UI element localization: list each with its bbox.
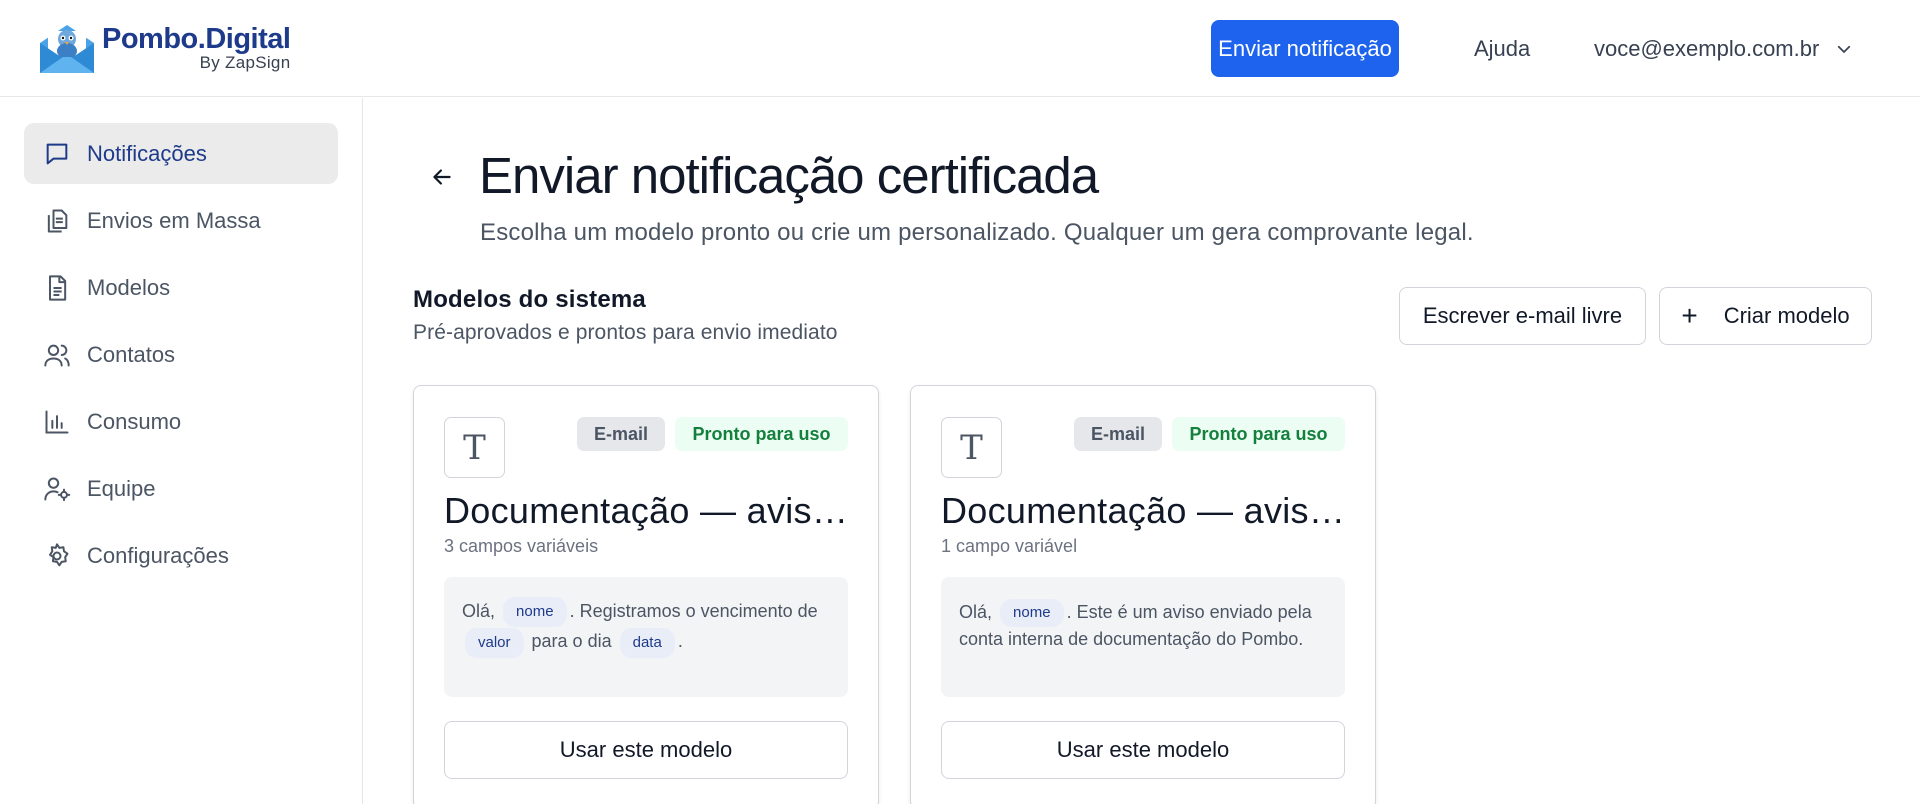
status-badge: Pronto para uso [1172, 417, 1345, 451]
use-template-button[interactable]: Usar este modelo [444, 721, 848, 779]
card-title: Documentação — aviso de vencimento [444, 490, 848, 531]
sidebar-item-modelos[interactable]: Modelos [24, 257, 338, 318]
create-template-label: Criar modelo [1723, 303, 1850, 328]
card-title: Documentação — aviso interno [941, 490, 1345, 531]
variable-chip: data [619, 627, 675, 658]
page-subtitle: Escolha um modelo pronto ou crie um pers… [480, 219, 1474, 246]
text-type-icon: T [941, 417, 1002, 478]
page-title: Enviar notificação certificada [479, 147, 1099, 204]
card-variable-count: 3 campos variáveis [444, 536, 599, 556]
preview-text: Olá, [959, 601, 993, 622]
sidebar-item-label: Configurações [87, 542, 229, 568]
sidebar-item-label: Equipe [87, 475, 156, 501]
brand-byline: By ZapSign [199, 53, 291, 72]
sidebar-item-label: Modelos [87, 274, 171, 300]
status-badge: Pronto para uso [675, 417, 848, 451]
send-notification-button[interactable]: Enviar notificação [1211, 20, 1399, 77]
variable-chip: valor [465, 627, 524, 658]
use-template-button[interactable]: Usar este modelo [941, 721, 1345, 779]
document-icon [42, 273, 72, 303]
write-free-email-button[interactable]: Escrever e-mail livre [1399, 287, 1646, 345]
section-title: Modelos do sistema [413, 286, 646, 313]
sidebar-item-equipe[interactable]: Equipe [24, 458, 338, 519]
chevron-down-icon [1838, 45, 1851, 53]
card-preview: Olá, nome. Este é um aviso enviado pela … [941, 577, 1345, 697]
preview-text: . Registramos o vencimento de [569, 601, 818, 621]
help-link[interactable]: Ajuda [1474, 36, 1530, 62]
create-template-button[interactable]: + Criar modelo [1659, 287, 1872, 345]
sidebar-item-envios-em-massa[interactable]: Envios em Massa [24, 190, 338, 251]
preview-text: Olá, [462, 601, 496, 621]
sidebar-item-contatos[interactable]: Contatos [24, 324, 338, 385]
copy-documents-icon [42, 206, 72, 236]
sidebar-item-label: Notificações [87, 140, 207, 166]
variable-chip: nome [503, 597, 567, 628]
sidebar-item-label: Contatos [87, 341, 176, 367]
template-card: T E-mail Pronto para uso Documentação — … [910, 385, 1376, 804]
pigeon-envelope-logo-icon [40, 25, 94, 73]
sidebar-item-consumo[interactable]: Consumo [24, 391, 338, 452]
template-card: T E-mail Pronto para uso Documentação — … [413, 385, 879, 804]
card-variable-count: 1 campo variável [941, 536, 1078, 556]
channel-badge: E-mail [577, 417, 665, 451]
sidebar-item-notificacoes[interactable]: Notificações [24, 123, 338, 184]
arrow-left-icon [433, 169, 451, 185]
sidebar-item-label: Consumo [87, 408, 182, 434]
back-button[interactable] [425, 160, 459, 194]
plus-icon: + [1681, 300, 1698, 331]
gear-icon [42, 541, 72, 571]
top-header: Pombo.Digital By ZapSign Enviar notifica… [0, 0, 1920, 97]
user-menu[interactable]: voce@exemplo.com.br [1594, 36, 1853, 62]
sidebar: Notificações Envios em Massa Modelos Con… [0, 98, 363, 804]
card-preview: Olá, nome. Registramos o vencimento de v… [444, 577, 848, 697]
brand-name: Pombo.Digital [102, 23, 291, 55]
user-settings-icon [42, 474, 72, 504]
channel-badge: E-mail [1074, 417, 1162, 451]
users-icon [42, 340, 72, 370]
section-subtitle: Pré-aprovados e prontos para envio imedi… [413, 321, 838, 344]
preview-text: . [677, 631, 683, 652]
sidebar-item-label: Envios em Massa [87, 207, 261, 233]
bar-chart-icon [42, 407, 72, 437]
variable-chip: nome [1000, 599, 1064, 627]
brand-logo[interactable]: Pombo.Digital By ZapSign [36, 18, 291, 78]
text-type-icon: T [444, 417, 505, 478]
chat-bubble-icon [42, 139, 72, 169]
preview-text: para o dia [531, 631, 612, 652]
user-email: voce@exemplo.com.br [1594, 36, 1820, 61]
sidebar-item-configuracoes[interactable]: Configurações [24, 525, 338, 586]
